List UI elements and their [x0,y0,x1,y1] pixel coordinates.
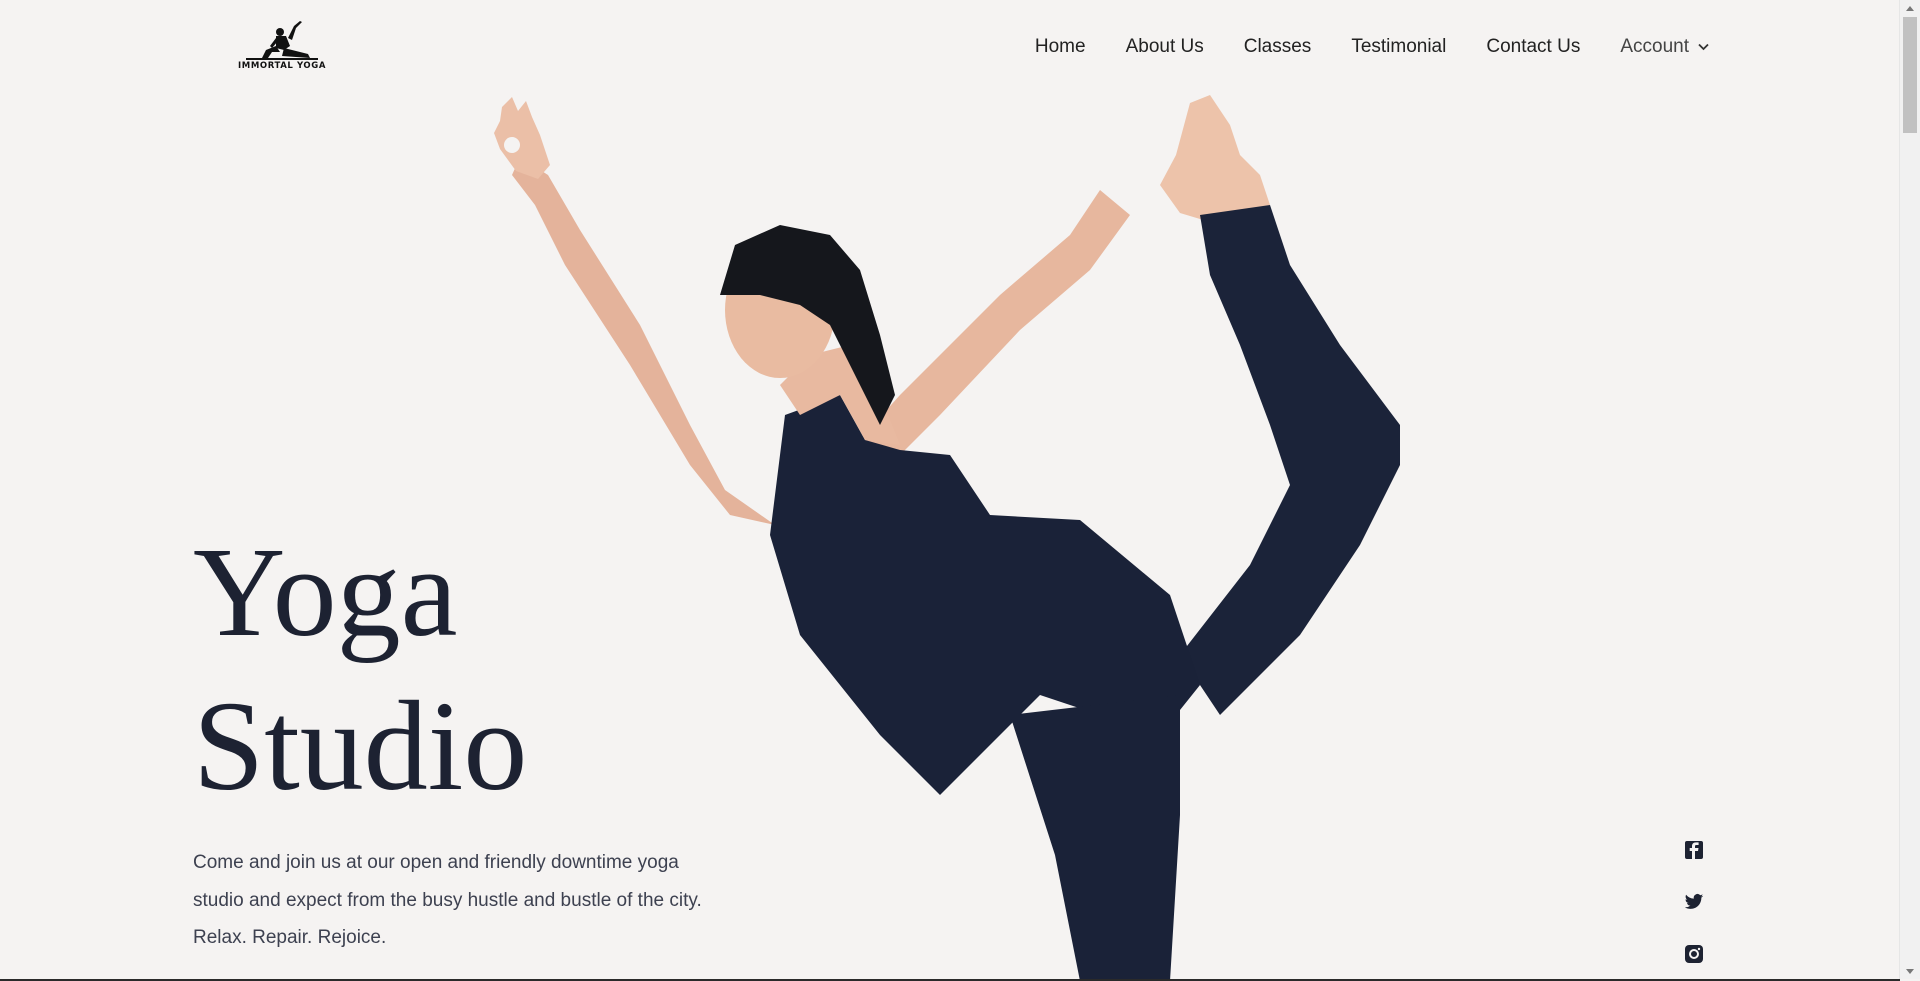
social-links [1684,840,1704,981]
twitter-icon[interactable] [1684,892,1704,912]
nav-testimonial[interactable]: Testimonial [1351,36,1446,58]
logo-text: IMMORTAL YOGA [238,61,326,71]
main-nav: Home About Us Classes Testimonial Contac… [1035,36,1709,58]
scroll-up-arrow-icon[interactable] [1900,0,1920,16]
nav-home[interactable]: Home [1035,36,1086,58]
instagram-icon[interactable] [1684,944,1704,964]
facebook-icon[interactable] [1684,840,1704,860]
yoga-logo-icon [246,21,318,60]
nav-account-label: Account [1620,36,1689,57]
hero-title-line-1: Yoga [193,521,458,663]
nav-classes[interactable]: Classes [1244,36,1312,58]
site-logo[interactable]: IMMORTAL YOGA [236,16,328,74]
nav-account-dropdown[interactable]: Account [1620,36,1709,58]
nav-contact-us[interactable]: Contact Us [1486,36,1580,58]
nav-about-us[interactable]: About Us [1126,36,1204,58]
page: IMMORTAL YOGA Home About Us Classes Test… [0,0,1920,981]
hero-title: Yoga Studio [193,515,527,823]
chevron-down-icon [1698,43,1709,51]
hero-description: Come and join us at our open and friendl… [193,852,702,948]
vertical-scrollbar[interactable] [1899,0,1920,979]
hero-title-line-2: Studio [193,675,528,817]
scroll-down-arrow-icon[interactable] [1900,963,1920,979]
scrollbar-thumb[interactable] [1903,17,1917,133]
